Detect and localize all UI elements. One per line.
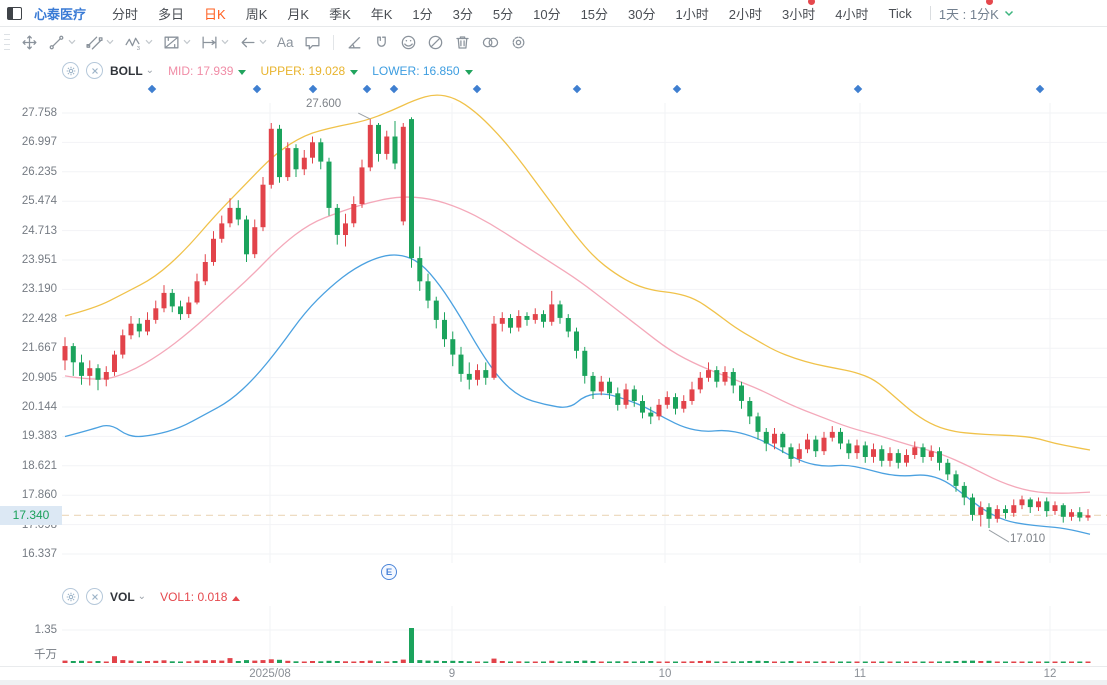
time-tick-label: 10: [659, 668, 672, 680]
x-axis-line: [0, 666, 1107, 667]
svg-text:3: 3: [137, 45, 140, 50]
move-icon[interactable]: [21, 34, 38, 51]
event-marker-icon[interactable]: [309, 85, 317, 93]
up-triangle-icon: [232, 596, 240, 601]
boll-close-icon[interactable]: [86, 62, 103, 79]
interval-selector-label: 1天 : 1分K: [939, 4, 999, 23]
earnings-event-badge[interactable]: E: [381, 564, 397, 580]
vol-label[interactable]: VOL: [110, 590, 135, 604]
divider: [333, 35, 334, 50]
arrow-icon[interactable]: [239, 34, 267, 51]
tab-3分[interactable]: 3分: [443, 4, 483, 23]
down-triangle-icon: [238, 70, 246, 75]
tab-4小时[interactable]: 4小时: [825, 4, 878, 23]
event-marker-icon[interactable]: [363, 85, 371, 93]
event-marker-icon[interactable]: [673, 85, 681, 93]
time-tick-label: 2025/08: [249, 668, 291, 680]
event-marker-icon[interactable]: [854, 85, 862, 93]
layout-panel-icon[interactable]: [7, 7, 22, 20]
down-triangle-icon: [350, 70, 358, 75]
vol-close-icon[interactable]: [86, 588, 103, 605]
tab-3小时[interactable]: 3小时: [772, 4, 825, 23]
boll-lower-value: LOWER: 16.850: [372, 64, 472, 78]
tab-多日[interactable]: 多日: [148, 4, 194, 23]
event-marker-icon[interactable]: [573, 85, 581, 93]
trash-icon[interactable]: [454, 34, 471, 51]
event-marker-icon[interactable]: [390, 85, 398, 93]
trendline-icon[interactable]: [48, 34, 76, 51]
chevron-down-icon[interactable]: ⌄: [138, 591, 146, 602]
event-marker-icon[interactable]: [253, 85, 261, 93]
trading-app-window: 心泰医疗 分时多日日K周K月K季K年K1分3分5分10分15分30分1小时2小时…: [0, 0, 1107, 685]
gear-icon[interactable]: [510, 34, 527, 51]
hide-drawings-icon[interactable]: [427, 34, 444, 51]
lock-drawings-icon[interactable]: [400, 34, 417, 51]
vol1-value: VOL1: 0.018: [160, 590, 240, 604]
pattern-icon[interactable]: [163, 34, 191, 51]
vol-settings-icon[interactable]: [62, 588, 79, 605]
tab-日K[interactable]: 日K: [194, 4, 236, 23]
tab-季K[interactable]: 季K: [319, 4, 361, 23]
tab-年K[interactable]: 年K: [361, 4, 403, 23]
high-price-annotation: 27.600: [306, 98, 341, 110]
tab-1分[interactable]: 1分: [402, 4, 442, 23]
time-tick-label: 11: [854, 668, 866, 680]
tab-Tick[interactable]: Tick: [878, 6, 921, 21]
time-tick-label: 12: [1044, 668, 1057, 680]
event-marker-icon[interactable]: [473, 85, 481, 93]
tab-5分[interactable]: 5分: [483, 4, 523, 23]
angle-icon[interactable]: [346, 34, 363, 51]
boll-upper-value: UPPER: 19.028: [260, 64, 358, 78]
continuous-draw-icon[interactable]: [481, 34, 500, 51]
tab-10分[interactable]: 10分: [523, 4, 570, 23]
down-triangle-icon: [465, 70, 473, 75]
candlestick-chart[interactable]: [0, 85, 1107, 563]
boll-mid-value: MID: 17.939: [168, 64, 246, 78]
boll-indicator-row: BOLL ⌄ MID: 17.939 UPPER: 19.028 LOWER: …: [62, 62, 487, 79]
tab-15分[interactable]: 15分: [571, 4, 618, 23]
scrollbar-track[interactable]: [0, 680, 1107, 685]
volume-chart[interactable]: [0, 606, 1107, 666]
event-marker-icon[interactable]: [148, 85, 156, 93]
chevron-down-icon: [1004, 10, 1014, 17]
channel-icon[interactable]: [86, 34, 114, 51]
chevron-down-icon[interactable]: ⌄: [146, 65, 154, 76]
event-marker-icon[interactable]: [1036, 85, 1044, 93]
current-price-tag: 17.340: [0, 506, 62, 525]
drawing-toolbar: 3 Aa: [0, 28, 1107, 56]
tab-1小时[interactable]: 1小时: [666, 4, 719, 23]
vol-indicator-row: VOL ⌄ VOL1: 0.018: [62, 588, 254, 605]
time-tick-label: 9: [449, 668, 455, 680]
drawing-tools: 3 Aa: [16, 34, 532, 51]
comment-icon[interactable]: [304, 34, 321, 51]
measure-icon[interactable]: [201, 34, 229, 51]
period-toolbar: 心泰医疗 分时多日日K周K月K季K年K1分3分5分10分15分30分1小时2小时…: [0, 0, 1107, 27]
boll-label[interactable]: BOLL: [110, 64, 143, 78]
toolbar-drag-handle[interactable]: [2, 32, 12, 52]
wave-icon[interactable]: 3: [124, 34, 153, 51]
low-price-annotation: 17.010: [1010, 533, 1045, 545]
divider: [930, 6, 931, 20]
interval-selector[interactable]: 1天 : 1分K: [939, 4, 1014, 23]
tab-月K[interactable]: 月K: [277, 4, 319, 23]
tab-分时[interactable]: 分时: [102, 4, 148, 23]
period-tabs: 分时多日日K周K月K季K年K1分3分5分10分15分30分1小时2小时3小时4小…: [102, 4, 922, 23]
tab-2小时[interactable]: 2小时: [719, 4, 772, 23]
tab-30分[interactable]: 30分: [618, 4, 665, 23]
boll-settings-icon[interactable]: [62, 62, 79, 79]
stock-name[interactable]: 心泰医疗: [34, 4, 86, 23]
magnet-icon[interactable]: [373, 34, 390, 51]
text-icon[interactable]: Aa: [277, 35, 294, 50]
tab-周K[interactable]: 周K: [236, 4, 278, 23]
